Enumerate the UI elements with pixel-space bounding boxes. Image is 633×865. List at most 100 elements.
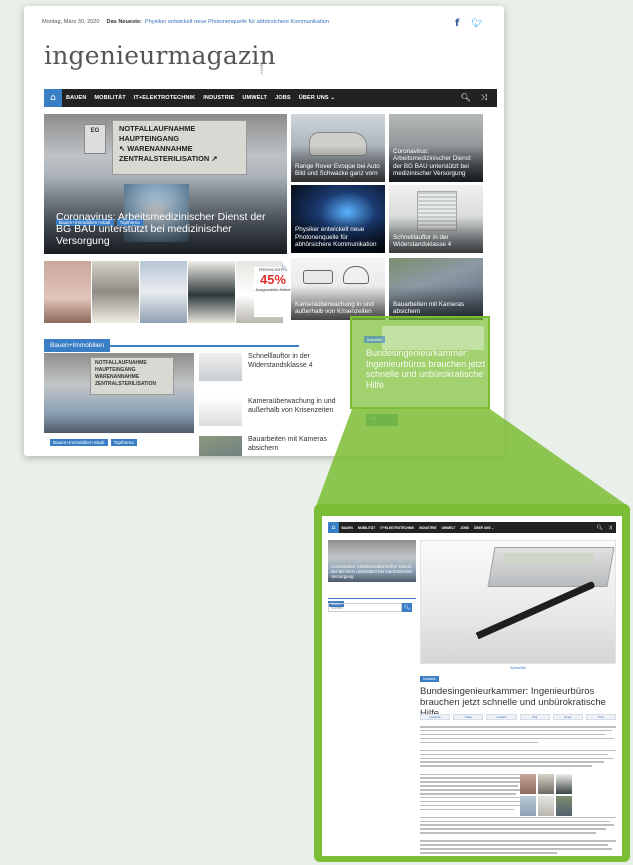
ad-percent: 45% [259, 272, 287, 287]
tile-title[interactable]: Physiker entwickelt neue Photonenquelle … [295, 226, 381, 249]
search-button[interactable]: 🔍︎ [402, 603, 412, 612]
list-item[interactable]: Schnelllauftor in der Widerstandsklasse … [199, 353, 339, 381]
text-line [420, 832, 597, 834]
list-item[interactable]: Bauarbeiten mit Kameras absichern [199, 436, 339, 456]
featured-tile-corona[interactable]: Coronavirus: Arbeitsmedizinischer Dienst… [389, 114, 483, 182]
sign-line: HAUPTEINGANG [95, 367, 136, 373]
inline-advertisement[interactable] [520, 774, 574, 816]
tile-title[interactable]: Kameraüberwachung in und außerhalb von K… [295, 301, 381, 316]
featured-main-title[interactable]: Coronavirus: Arbeitsmedizinischer Dienst… [56, 211, 283, 247]
featured-tile-kamera[interactable]: Kameraüberwachung in und außerhalb von K… [291, 258, 385, 320]
highlight-title: Bundesingenieurkammer: Ingenieurbüros br… [366, 348, 486, 390]
list-item-title[interactable]: Bauarbeiten mit Kameras absichern [248, 436, 339, 453]
section-badges: Bauen+Immobilien+Stadt Topthema [50, 439, 137, 446]
nav-item-ueber-uns[interactable]: ÜBER UNS ⌄ [471, 526, 496, 530]
tile-title[interactable]: Schnelllauftor in der Widerstandsklasse … [393, 234, 479, 249]
featured-main-article[interactable]: EG NOTFALLAUFNAHME HAUPTEINGANG ↖ WARENA… [44, 114, 287, 254]
text-line [420, 729, 613, 732]
nav-item-jobs[interactable]: JOBS [458, 526, 472, 530]
twitter-icon[interactable]: 🐦︎ [471, 19, 482, 29]
ad-image [188, 261, 236, 323]
section-title[interactable]: Bauen+Immobilien [44, 339, 111, 352]
shuffle-icon[interactable]: ⤨ [608, 525, 612, 531]
sign-line: HAUPTEINGANG [119, 134, 179, 143]
list-item[interactable]: Kameraüberwachung in und außerhalb von K… [199, 398, 339, 426]
eg-sign: EG [84, 124, 106, 154]
tile-title[interactable]: Range Rover Evoque bei Auto Bild und Sch… [295, 163, 381, 178]
section-main-article[interactable]: NOTFALLAUFNAHME HAUPTEINGANG WARENANNAHM… [44, 353, 194, 433]
sign-line: ZENTRALSTERILISATION ↗ [119, 154, 218, 163]
search-icon[interactable]: 🔍︎ [597, 525, 603, 531]
zoom-sidebar: Coronavirus: Arbeitsmedizinischer Dienst… [328, 540, 416, 612]
nav-item-bauen[interactable]: BAUEN [339, 526, 355, 530]
highlight-tag: Industrie [364, 336, 386, 343]
ad-image [520, 774, 536, 794]
camera-image [303, 270, 333, 284]
list-item-title[interactable]: Schnelllauftor in der Widerstandsklasse … [248, 353, 339, 370]
dome-camera-image [343, 266, 369, 284]
nav-item-umwelt[interactable]: UMWELT [439, 526, 458, 530]
thumb-caption[interactable]: Coronavirus: Arbeitsmedizinischer Dienst… [331, 564, 416, 579]
search-icon[interactable]: 🔍︎ [460, 93, 470, 103]
text-line [420, 820, 611, 823]
share-linkedin-button[interactable]: LinkedIn [486, 714, 517, 720]
list-thumb [199, 398, 242, 426]
nav-item-it-elektrotechnik[interactable]: IT+ELEKTROTECHNIK [130, 95, 200, 101]
ad-sale-box[interactable]: FRESHLIGHTS 45% Ausgewählte Artikel [254, 267, 292, 317]
share-xing-button[interactable]: Xing [519, 714, 550, 720]
tile-title[interactable]: Coronavirus: Arbeitsmedizinischer Dienst… [393, 148, 479, 178]
article-body-text [420, 726, 616, 856]
featured-tile-range-rover[interactable]: Range Rover Evoque bei Auto Bild und Sch… [291, 114, 385, 182]
text-line [420, 781, 528, 783]
category-badge[interactable]: Bauen+Immobilien+Stadt [50, 439, 108, 446]
article-category-tag[interactable]: Industrie [420, 676, 440, 682]
tile-title[interactable]: Bauarbeiten mit Kameras absichern [393, 301, 479, 316]
nav-item-it-elektrotechnik[interactable]: IT+ELEKTROTECHNIK [378, 526, 417, 530]
nav-tools: 🔍︎ ⤨ [460, 93, 497, 103]
sign-line: NOTFALLAUFNAHME [119, 124, 196, 133]
featured-tile-photonen[interactable]: Physiker entwickelt neue Photonenquelle … [291, 185, 385, 253]
shuffle-icon[interactable]: ⤨ [481, 93, 487, 103]
list-thumb [199, 353, 242, 381]
sidebar-article-thumb[interactable]: Coronavirus: Arbeitsmedizinischer Dienst… [328, 540, 416, 582]
share-facebook-button[interactable]: Facebook [420, 714, 451, 720]
nav-item-mobilitaet[interactable]: MOBILITÄT [90, 95, 129, 101]
news-ticker-link[interactable]: Physiker entwickelt neue Photonenquelle … [145, 19, 329, 25]
sign-line: ↖ WARENANNAHME [119, 144, 193, 153]
share-twitter-button[interactable]: Twitter [453, 714, 484, 720]
article-hero-image [420, 540, 616, 664]
nav-item-ueber-uns[interactable]: ÜBER UNS ⌄ [295, 95, 339, 101]
share-print-button[interactable]: Print [585, 714, 617, 720]
share-email-button[interactable]: Email [552, 714, 583, 720]
text-line [420, 726, 616, 728]
text-line [420, 808, 515, 811]
list-thumb [199, 436, 242, 456]
nav-item-mobilitaet[interactable]: MOBILITÄT [355, 526, 377, 530]
ad-image [538, 774, 554, 794]
search-widget: Suchen 🔍︎ [328, 603, 416, 612]
search-input[interactable]: Suchen [328, 603, 402, 612]
category-badge[interactable]: Topthema [110, 439, 137, 446]
facebook-icon[interactable]: f [455, 19, 462, 29]
featured-tile-bauarbeiten[interactable]: Bauarbeiten mit Kameras absichern [389, 258, 483, 320]
text-line [420, 812, 616, 814]
text-line [420, 800, 520, 803]
nav-item-industrie[interactable]: INDUSTRIE [417, 526, 439, 530]
nav-item-bauen[interactable]: BAUEN [62, 95, 90, 101]
list-item-title[interactable]: Kameraüberwachung in und außerhalb von K… [248, 398, 339, 415]
ad-info-icon[interactable]: ▷ [282, 264, 288, 270]
text-line [420, 844, 609, 846]
social-links: f 🐦︎ [455, 19, 482, 30]
home-icon[interactable]: ⌂ [44, 89, 62, 107]
ad-image [538, 796, 554, 816]
nav-item-industrie[interactable]: INDUSTRIE [199, 95, 238, 101]
zoom-panel: ⌂ BAUEN MOBILITÄT IT+ELEKTROTECHNIK INDU… [314, 504, 630, 862]
home-icon[interactable]: ⌂ [328, 522, 339, 533]
nav-item-umwelt[interactable]: UMWELT [238, 95, 271, 101]
ad-subtext: Ausgewählte Artikel [255, 287, 291, 292]
featured-tile-schnelllauftor[interactable]: Schnelllauftor in der Widerstandsklasse … [389, 185, 483, 253]
site-logo[interactable]: ingenieurmagazin.com [44, 36, 295, 76]
text-line [420, 733, 607, 736]
advertisement-strip[interactable] [44, 261, 284, 323]
nav-item-jobs[interactable]: JOBS [271, 95, 295, 101]
